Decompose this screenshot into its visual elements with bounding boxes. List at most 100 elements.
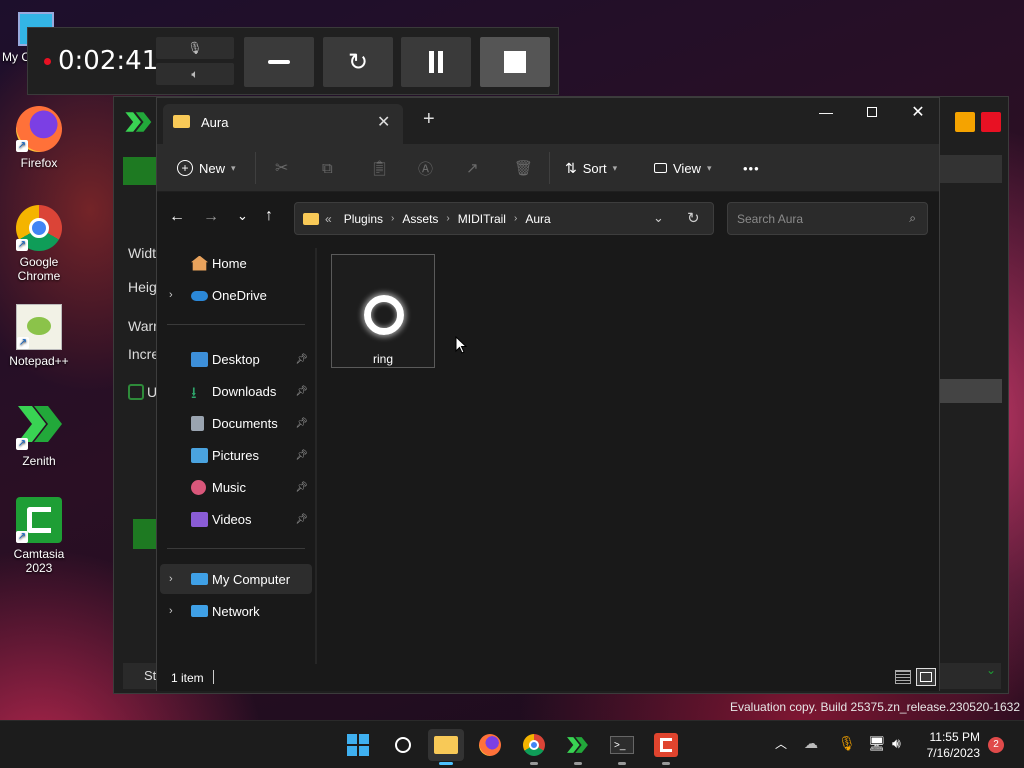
folder-icon <box>434 736 458 754</box>
file-name: ring <box>372 352 393 366</box>
share-button[interactable]: ↗ <box>466 144 479 192</box>
volume-icon[interactable]: 🔊︎ <box>892 735 901 752</box>
recording-toolbar[interactable]: 0:02:41 🎙︎ 🔈︎ ↻ <box>27 27 559 95</box>
desktop-icon-camtasia[interactable]: ↗ Camtasia 2023 <box>3 497 75 575</box>
clock[interactable]: 11:55 PM 7/16/2023 <box>918 729 980 761</box>
network-status-icon[interactable]: 🖥︎ <box>868 735 886 752</box>
sidebar-item-home[interactable]: Home <box>160 248 312 278</box>
close-tab-icon[interactable]: ✕ <box>377 112 390 132</box>
terminal-icon: >_ <box>610 736 634 754</box>
camtasia-icon: ↗ <box>16 497 62 543</box>
camtasia-icon <box>654 733 678 757</box>
zenith-label-warn: Warr <box>128 318 158 334</box>
desktop-icon-zenith[interactable]: ↗ Zenith <box>3 404 75 468</box>
microphone-toggle[interactable]: 🎙︎ <box>156 37 234 59</box>
sidebar-item-network[interactable]: › Network <box>160 596 312 626</box>
breadcrumb-miditrail[interactable]: MIDITrail <box>458 212 506 226</box>
title-bar[interactable]: Aura ✕ + — ✕ <box>157 98 939 144</box>
new-tab-icon[interactable]: + <box>423 108 435 131</box>
minimize-recorder-button[interactable] <box>244 37 314 87</box>
minimize-icon[interactable]: — <box>803 98 849 126</box>
pause-button[interactable] <box>401 37 471 87</box>
breadcrumb-aura[interactable]: Aura <box>525 212 550 226</box>
expand-chevron-icon[interactable]: › <box>169 573 173 585</box>
taskbar-zenith[interactable] <box>560 729 596 765</box>
navigation-bar: ← → ⌄ ↑ « Plugins › Assets › MIDITrail ›… <box>157 192 939 248</box>
tab-aura[interactable]: Aura ✕ <box>163 104 403 144</box>
desktop-icon-chrome[interactable]: ↗ Google Chrome <box>3 205 75 283</box>
speaker-toggle[interactable]: 🔈︎ <box>156 63 234 85</box>
desktop-icon-firefox[interactable]: ↗ Firefox <box>3 106 75 170</box>
file-item-ring[interactable]: ring <box>331 254 435 368</box>
sidebar-item-desktop[interactable]: Desktop 📌︎ <box>160 344 312 374</box>
recording-timer: 0:02:41 <box>58 46 159 76</box>
sidebar-item-onedrive[interactable]: › OneDrive <box>160 280 312 310</box>
sidebar-item-videos[interactable]: Videos 📌︎ <box>160 504 312 534</box>
new-button[interactable]: + New ▾ <box>177 144 236 192</box>
file-explorer-window[interactable]: Aura ✕ + — ✕ + New ▾ ✂ ⧉ 📋︎ Ⓐ ↗ 🗑︎ ⇅ Sor… <box>156 97 940 691</box>
pin-icon: 📌︎ <box>295 385 308 397</box>
search-box[interactable]: ⌕ <box>727 202 928 235</box>
expand-chevron-icon[interactable]: › <box>169 605 173 617</box>
taskbar-chrome[interactable] <box>516 729 552 765</box>
sidebar-item-my-computer[interactable]: › My Computer <box>160 564 312 594</box>
music-icon <box>191 479 206 495</box>
zenith-close-color[interactable] <box>981 112 1001 132</box>
expand-chevron-icon[interactable]: › <box>169 289 173 301</box>
sidebar-item-downloads[interactable]: ⭳ Downloads 📌︎ <box>160 376 312 406</box>
show-hidden-icons-icon[interactable]: ︿ <box>775 735 787 752</box>
plus-circle-icon: + <box>177 160 193 176</box>
cut-button[interactable]: ✂ <box>275 144 288 192</box>
zenith-input-bar[interactable] <box>940 379 1002 403</box>
sidebar-item-documents[interactable]: Documents 📌︎ <box>160 408 312 438</box>
file-list[interactable]: ring <box>317 248 939 664</box>
recent-locations-icon[interactable]: ⌄ <box>237 208 248 224</box>
notification-badge[interactable]: 2 <box>988 737 1004 753</box>
paste-button[interactable]: 📋︎ <box>370 144 389 192</box>
download-icon: ⭳ <box>191 385 197 402</box>
desktop-icon-label: Firefox <box>20 156 58 170</box>
details-view-icon[interactable] <box>895 670 911 684</box>
taskbar-file-explorer[interactable] <box>428 729 464 765</box>
onedrive-offline-icon[interactable]: ☁ <box>804 735 818 752</box>
breadcrumb-assets[interactable]: Assets <box>402 212 438 226</box>
search-input[interactable] <box>728 203 927 234</box>
address-dropdown-icon[interactable]: ⌄ <box>653 210 664 226</box>
breadcrumb-plugins[interactable]: Plugins <box>344 212 383 226</box>
back-icon[interactable]: ← <box>169 208 185 226</box>
view-button[interactable]: View ▾ <box>654 144 711 192</box>
close-window-icon[interactable]: ✕ <box>895 98 941 126</box>
delete-button[interactable]: 🗑︎ <box>514 144 533 192</box>
command-bar: + New ▾ ✂ ⧉ 📋︎ Ⓐ ↗ 🗑︎ ⇅ Sort ▾ View ▾ ••… <box>157 144 939 192</box>
taskbar-firefox[interactable] <box>472 729 508 761</box>
desktop-icon-label: Camtasia 2023 <box>13 547 65 575</box>
address-bar[interactable]: « Plugins › Assets › MIDITrail › Aura ⌄ … <box>294 202 714 235</box>
zenith-minimize-color[interactable] <box>955 112 975 132</box>
desktop-icon-notepadpp[interactable]: ↗ Notepad++ <box>3 304 75 368</box>
sidebar-item-music[interactable]: Music 📌︎ <box>160 472 312 502</box>
sort-label: Sort <box>582 160 607 176</box>
stop-button[interactable] <box>480 37 550 87</box>
zenith-checkbox[interactable] <box>128 384 144 400</box>
refresh-icon[interactable]: ↻ <box>687 209 700 227</box>
forward-icon[interactable]: → <box>203 208 219 226</box>
taskbar-search-button[interactable] <box>385 729 421 761</box>
tiles-view-icon[interactable] <box>916 668 936 686</box>
start-button[interactable] <box>340 729 376 761</box>
rename-button[interactable]: Ⓐ <box>418 144 433 192</box>
up-icon[interactable]: ↑ <box>265 207 273 225</box>
microphone-icon[interactable]: 🎙︎ <box>838 735 856 752</box>
more-options-button[interactable]: ••• <box>743 144 760 192</box>
taskbar-camtasia[interactable] <box>648 729 684 765</box>
taskbar-terminal[interactable]: >_ <box>604 729 640 765</box>
maximize-icon[interactable] <box>849 98 895 126</box>
computer-icon <box>191 573 208 585</box>
zenith-green-button[interactable] <box>123 157 159 185</box>
breadcrumb-overflow[interactable]: « <box>325 212 332 226</box>
sidebar-item-pictures[interactable]: Pictures 📌︎ <box>160 440 312 470</box>
chevron-down-icon[interactable]: ⌄ <box>986 663 996 677</box>
shortcut-arrow-icon: ↗ <box>16 140 28 152</box>
restart-button[interactable]: ↻ <box>323 37 393 87</box>
sort-button[interactable]: ⇅ Sort ▾ <box>565 144 617 192</box>
copy-button[interactable]: ⧉ <box>322 144 333 192</box>
